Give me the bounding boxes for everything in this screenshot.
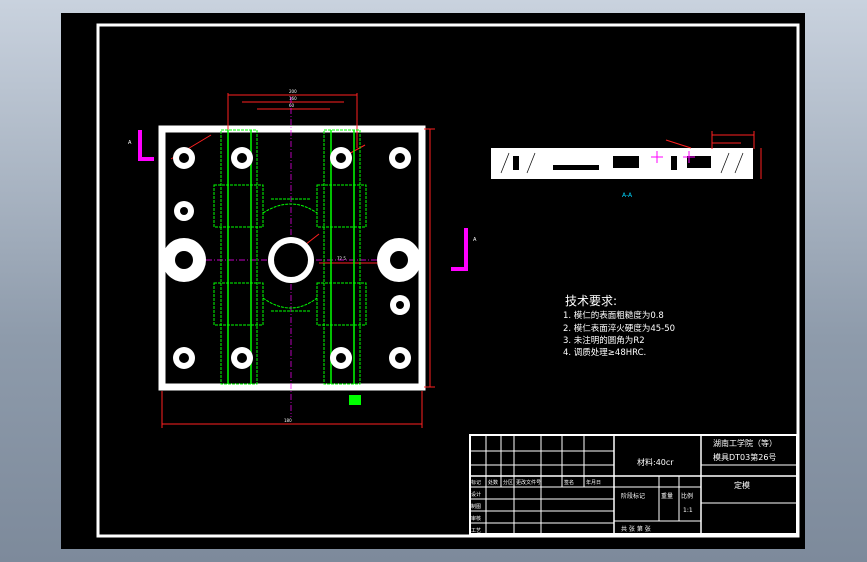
tech-req-item: 3. 未注明的圆角为R2: [563, 335, 645, 346]
section-label: A-A: [622, 192, 633, 199]
svg-text:60: 60: [289, 103, 295, 108]
sheet-text: 共 张 第 张: [621, 525, 651, 533]
cad-viewport[interactable]: 200 160 60 180 72.5 A A A-A 技术要求: 1. 模仁的…: [61, 13, 805, 549]
row-label: 标记: [471, 479, 481, 486]
tech-req-item: 4. 调质处理≥48HRC.: [563, 347, 646, 358]
section-marker-right: [451, 228, 468, 271]
drawing-number: 模具DT03第26号: [713, 452, 776, 462]
tech-requirements: 技术要求: 1. 模仁的表面粗糙度为0.8 2. 模仁表面淬火硬度为45-50 …: [563, 294, 675, 358]
svg-text:160: 160: [289, 96, 297, 101]
col-label: 处数: [488, 479, 498, 486]
row-label: 工艺: [471, 528, 481, 534]
view-marker-right: A: [473, 237, 477, 243]
section-view: A-A: [491, 131, 762, 199]
col-label: 签名: [564, 479, 574, 486]
stage-label: 阶段标记: [621, 492, 645, 500]
part-name: 定模: [734, 480, 750, 490]
row-label: 审核: [471, 515, 481, 522]
tech-req-item: 1. 模仁的表面粗糙度为0.8: [563, 310, 664, 321]
section-marker-left: [138, 130, 154, 161]
scale-label: 比例: [681, 492, 693, 500]
view-marker-left: A: [128, 140, 132, 146]
col-label: 更改文件号: [516, 479, 541, 486]
drawing-sheet: 200 160 60 180 72.5 A A A-A 技术要求: 1. 模仁的…: [96, 23, 800, 538]
svg-text:180: 180: [284, 418, 292, 423]
title-block-text: 材料:40cr 湖南工学院（等） 模具DT03第26号 定模 1:1 标记 设计…: [471, 438, 777, 534]
sheet-border: [96, 23, 800, 538]
col-label: 分区: [503, 479, 513, 486]
col-label: 年月日: [586, 479, 601, 486]
scale-value: 1:1: [683, 507, 693, 514]
svg-text:200: 200: [289, 89, 297, 94]
material-text: 材料:40cr: [637, 457, 674, 467]
plan-view: 200 160 60 180 72.5 A A: [128, 89, 477, 428]
tech-req-item: 2. 模仁表面淬火硬度为45-50: [563, 323, 675, 334]
row-label: 制图: [471, 503, 481, 510]
row-label: 设计: [471, 491, 481, 498]
weight-label: 重量: [661, 492, 673, 500]
school-text: 湖南工学院（等）: [713, 438, 777, 448]
tech-req-title: 技术要求:: [565, 294, 617, 308]
